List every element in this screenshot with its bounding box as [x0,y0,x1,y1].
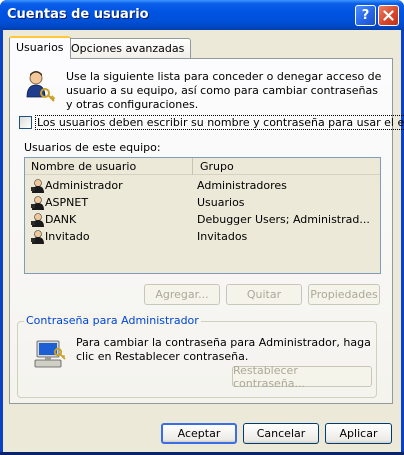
users-list[interactable]: Nombre de usuario Grupo Administrador Ad… [24,157,381,274]
user-icon [31,230,44,244]
users-list-header: Nombre de usuario Grupo [25,158,380,175]
user-group: Debugger Users; Administrad... [197,213,370,226]
user-name: Administrador [45,179,123,192]
require-login-checkbox[interactable] [19,116,32,129]
user-name: DANK [45,213,77,226]
table-row[interactable]: ASPNET Usuarios [25,194,380,211]
add-user-button[interactable]: Agregar... [144,284,220,305]
title-bar[interactable]: Cuentas de usuario ? [0,0,404,30]
intro-description: Use la siguiente lista para conceder o d… [66,70,382,111]
user-group: Usuarios [197,196,245,209]
column-header-group[interactable]: Grupo [194,158,380,175]
help-button[interactable]: ? [355,5,376,26]
user-accounts-window: Cuentas de usuario ? Usuarios Opciones a… [0,0,404,455]
reset-password-button[interactable]: Restablecer contraseña... [232,364,372,390]
computer-key-icon [34,340,66,368]
user-name: ASPNET [45,196,89,209]
dialog-body: Usuarios Opciones avanzadas Use la sigui… [3,30,404,452]
admin-password-title: Contraseña para Administrador [24,314,201,327]
user-icon [31,196,44,210]
window-title: Cuentas de usuario [7,7,149,22]
table-row[interactable]: Invitado Invitados [25,228,380,245]
ok-button[interactable]: Aceptar [161,423,237,444]
close-icon [383,10,394,21]
table-row[interactable]: Administrador Administradores [25,177,380,194]
table-row[interactable]: DANK Debugger Users; Administrad... [25,211,380,228]
column-header-username[interactable]: Nombre de usuario [25,158,193,175]
user-group: Administradores [197,179,287,192]
properties-button[interactable]: Propiedades [308,284,380,305]
user-icon [31,213,44,227]
cancel-button[interactable]: Cancelar [243,423,319,444]
require-login-row[interactable]: Los usuarios deben escribir su nombre y … [19,115,404,130]
tab-usuarios[interactable]: Usuarios [9,36,71,59]
user-name: Invitado [45,230,90,243]
users-list-label: Usuarios de este equipo: [24,141,161,154]
require-login-label[interactable]: Los usuarios deben escribir su nombre y … [35,115,404,130]
admin-password-description: Para cambiar la contraseña para Administ… [76,336,371,363]
tab-opciones-avanzadas[interactable]: Opciones avanzadas [64,38,192,58]
apply-button[interactable]: Aplicar [325,423,392,444]
users-keys-icon [26,71,56,102]
close-button[interactable] [378,5,399,26]
user-icon [31,179,44,193]
user-group: Invitados [197,230,248,243]
remove-user-button[interactable]: Quitar [226,284,302,305]
